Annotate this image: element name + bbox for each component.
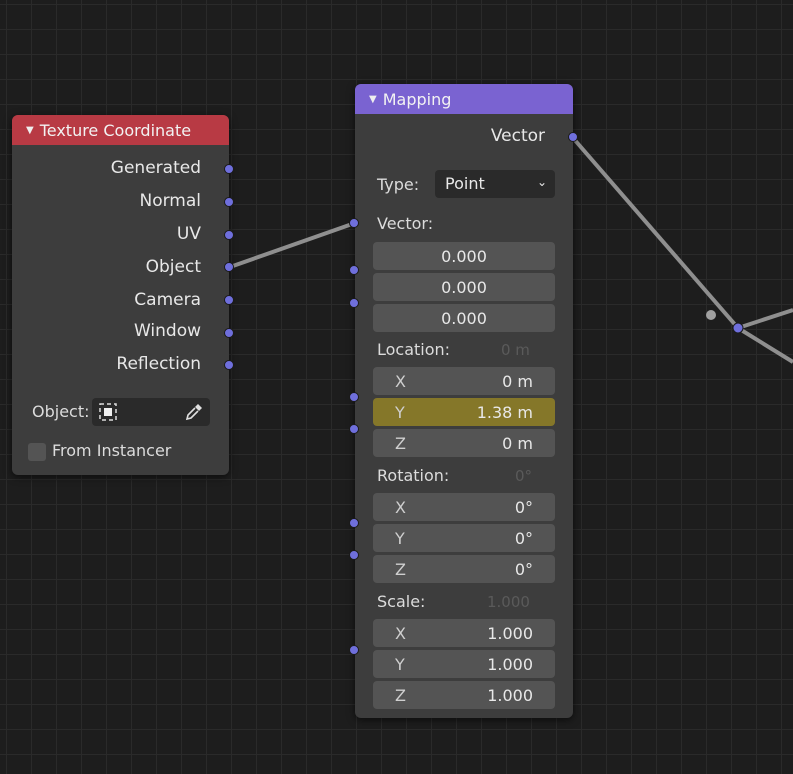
mapping-node[interactable]: ▼ Mapping Vector Type: Point ⌄ Vector: 0… xyxy=(349,84,578,718)
scale-z-value: 1.000 xyxy=(487,686,533,705)
socket-generated[interactable] xyxy=(224,164,234,174)
socket-object[interactable] xyxy=(224,262,234,272)
link-reroute-out-upper[interactable] xyxy=(737,308,793,330)
axis-label: Y xyxy=(395,529,405,548)
scale-x-value: 1.000 xyxy=(487,624,533,643)
from-instancer-checkbox[interactable] xyxy=(28,443,46,461)
axis-label: Z xyxy=(395,560,406,579)
output-vector: Vector xyxy=(490,126,545,146)
texture-coordinate-header[interactable]: ▼ Texture Coordinate xyxy=(12,115,229,145)
rotation-x-value: 0° xyxy=(514,498,533,517)
node-title: Texture Coordinate xyxy=(39,120,192,140)
socket-camera[interactable] xyxy=(224,295,234,305)
node-title: Mapping xyxy=(382,89,452,109)
location-y-field[interactable]: Y 1.38 m xyxy=(373,398,555,426)
rotation-ghost-value: 0° xyxy=(515,467,533,485)
type-label: Type: xyxy=(377,175,420,194)
scale-label: Scale: xyxy=(377,592,426,611)
socket-rotation-b[interactable] xyxy=(349,550,359,560)
location-x-field[interactable]: X 0 m xyxy=(373,367,555,395)
vector-value-y: 0.000 xyxy=(441,277,487,297)
socket-rotation-a[interactable] xyxy=(349,518,359,528)
output-normal: Normal xyxy=(139,191,201,211)
scale-x-field[interactable]: X 1.000 xyxy=(373,619,555,647)
rotation-label: Rotation: xyxy=(377,466,450,485)
vector-label: Vector: xyxy=(377,214,434,233)
link-object-to-vector[interactable] xyxy=(229,221,356,269)
socket-uv[interactable] xyxy=(224,230,234,240)
socket-vector-value-a[interactable] xyxy=(349,265,359,275)
vector-value-z: 0.000 xyxy=(441,308,487,328)
scale-y-field[interactable]: Y 1.000 xyxy=(373,650,555,678)
rotation-z-value: 0° xyxy=(514,560,533,579)
location-ghost-value: 0 m xyxy=(501,341,530,359)
location-label: Location: xyxy=(377,340,451,359)
axis-label: X xyxy=(395,372,406,391)
from-instancer-label: From Instancer xyxy=(52,441,172,460)
rotation-x-field[interactable]: X 0° xyxy=(373,493,555,521)
location-y-value: 1.38 m xyxy=(476,403,533,422)
axis-label: Y xyxy=(395,403,405,422)
socket-window[interactable] xyxy=(224,328,234,338)
rotation-z-field[interactable]: Z 0° xyxy=(373,555,555,583)
socket-scale[interactable] xyxy=(349,645,359,655)
link-reroute-out-lower[interactable] xyxy=(736,326,793,364)
scale-y-value: 1.000 xyxy=(487,655,533,674)
rotation-y-value: 0° xyxy=(514,529,533,548)
reroute-socket-vector[interactable] xyxy=(732,322,744,334)
socket-vector-out[interactable] xyxy=(568,132,578,142)
socket-reflection[interactable] xyxy=(224,360,234,370)
socket-normal[interactable] xyxy=(224,197,234,207)
socket-location-a[interactable] xyxy=(349,392,359,402)
axis-label: X xyxy=(395,498,406,517)
socket-vector-in[interactable] xyxy=(349,218,359,228)
location-z-field[interactable]: Z 0 m xyxy=(373,429,555,457)
object-picker-field[interactable] xyxy=(92,398,210,426)
chevron-down-icon: ⌄ xyxy=(536,175,547,189)
collapse-arrow-icon[interactable]: ▼ xyxy=(369,94,377,105)
rotation-y-field[interactable]: Y 0° xyxy=(373,524,555,552)
axis-label: Y xyxy=(395,655,405,674)
collapse-arrow-icon[interactable]: ▼ xyxy=(26,125,34,136)
socket-location-b[interactable] xyxy=(349,424,359,434)
scale-ghost-value: 1.000 xyxy=(487,593,530,611)
vector-field-z[interactable]: 0.000 xyxy=(373,304,555,332)
output-window: Window xyxy=(133,321,201,341)
type-value: Point xyxy=(445,174,485,193)
vector-value-x: 0.000 xyxy=(441,246,487,266)
socket-vector-value-b[interactable] xyxy=(349,298,359,308)
eyedropper-icon[interactable] xyxy=(184,402,204,422)
vector-field-y[interactable]: 0.000 xyxy=(373,273,555,301)
axis-label: Z xyxy=(395,434,406,453)
vector-field-x[interactable]: 0.000 xyxy=(373,242,555,270)
scale-z-field[interactable]: Z 1.000 xyxy=(373,681,555,709)
axis-label: Z xyxy=(395,686,406,705)
object-label: Object: xyxy=(32,402,90,421)
link-mapping-vector-out[interactable] xyxy=(571,136,740,330)
output-uv: UV xyxy=(176,224,201,244)
output-reflection: Reflection xyxy=(116,354,201,374)
mapping-header[interactable]: ▼ Mapping xyxy=(355,84,573,114)
output-camera: Camera xyxy=(134,290,201,310)
output-generated: Generated xyxy=(110,158,201,178)
output-object: Object xyxy=(145,257,201,277)
reroute-socket-grey[interactable] xyxy=(706,310,716,320)
location-x-value: 0 m xyxy=(502,372,533,391)
type-dropdown[interactable]: Point ⌄ xyxy=(435,170,555,198)
location-z-value: 0 m xyxy=(502,434,533,453)
texture-coordinate-node[interactable]: ▼ Texture Coordinate Generated Normal UV… xyxy=(12,115,234,475)
axis-label: X xyxy=(395,624,406,643)
object-cube-icon xyxy=(99,403,117,421)
